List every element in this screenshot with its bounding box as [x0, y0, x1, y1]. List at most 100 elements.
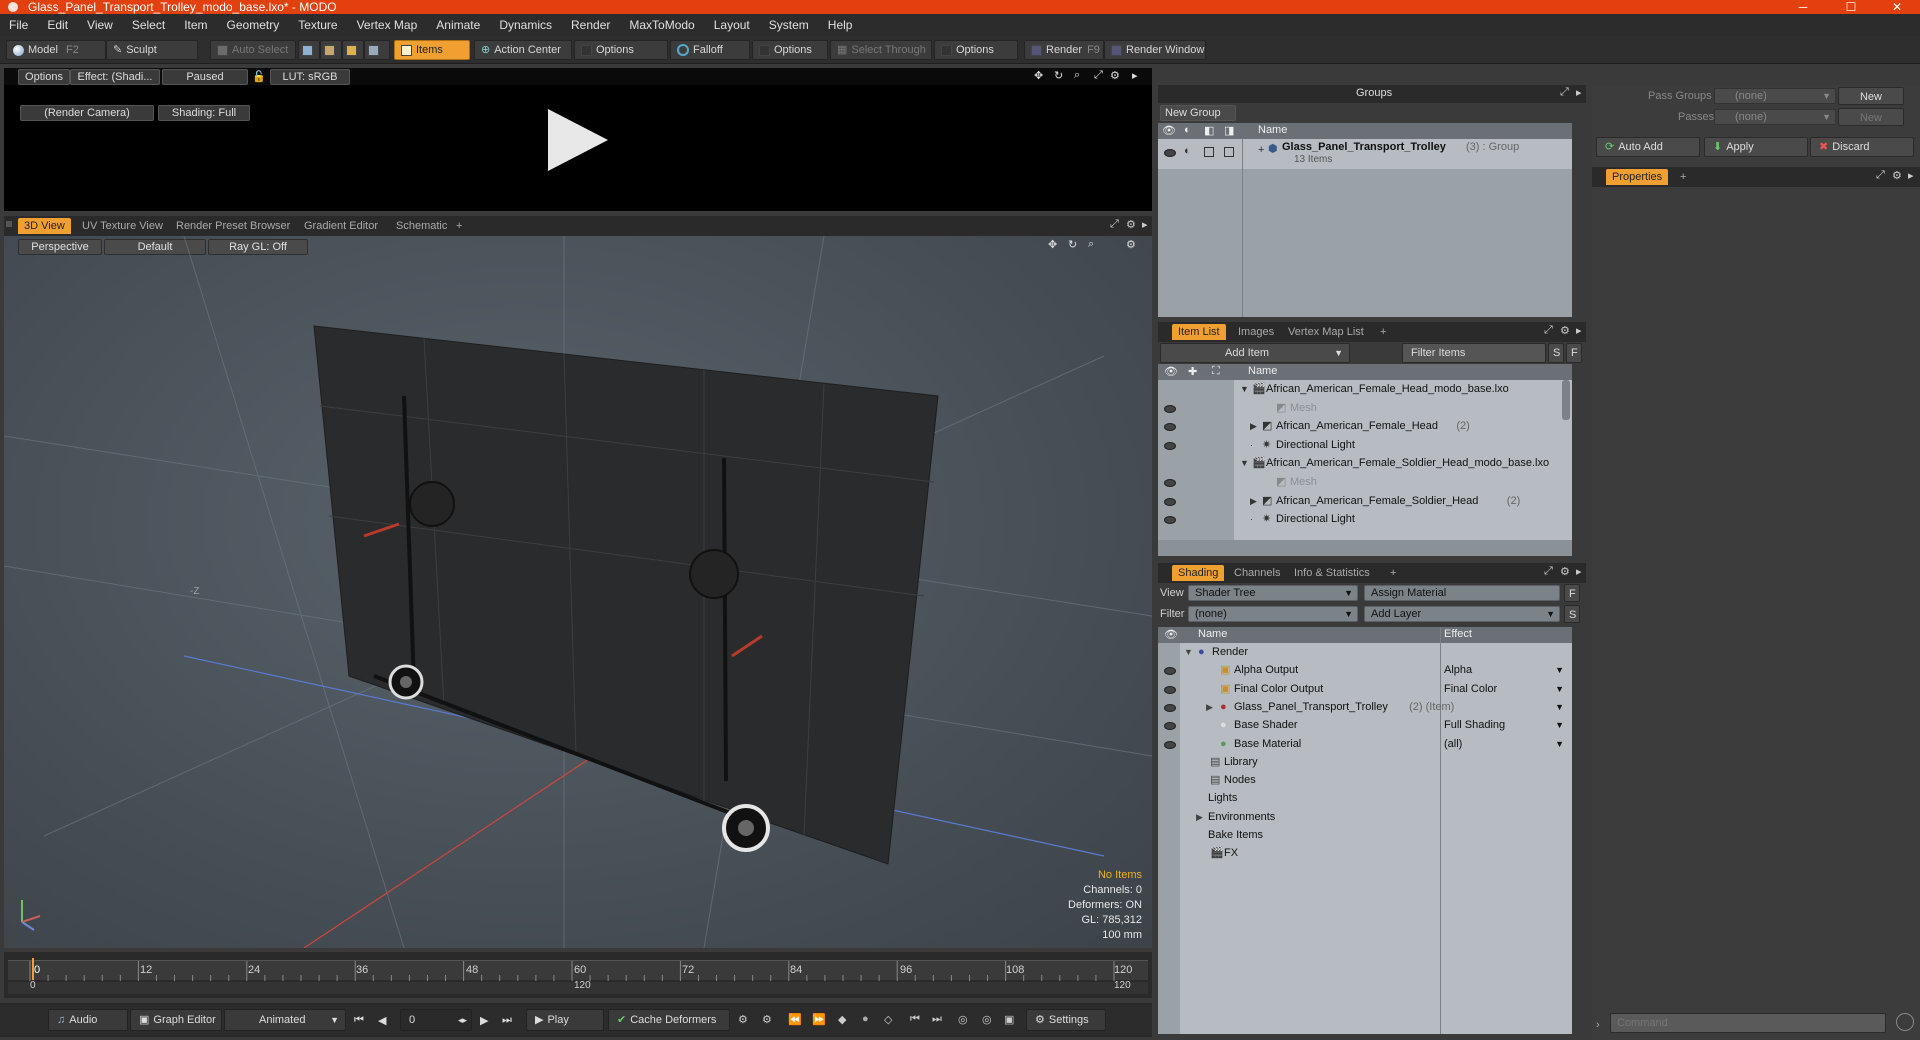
animated-dropdown[interactable]: Animated ▼: [224, 1009, 346, 1031]
col-render-icon[interactable]: ◐: [1184, 124, 1191, 136]
groups-maximize-icon[interactable]: ⤢: [1560, 86, 1569, 99]
visibility-eye-icon[interactable]: [1164, 149, 1176, 157]
record-icon[interactable]: ●: [862, 1013, 869, 1025]
audio-button[interactable]: ♫ Audio: [48, 1009, 128, 1031]
range-bar[interactable]: 0 120 120: [8, 980, 1148, 994]
preview-maximize-icon[interactable]: ⤢: [1094, 69, 1103, 82]
itemlist-arrow-icon[interactable]: ▸: [1576, 324, 1582, 337]
visibility-eye-icon[interactable]: [1164, 404, 1176, 413]
tab-add[interactable]: +: [450, 218, 468, 234]
shader-row[interactable]: ▶ ● Glass_Panel_Transport_Trolley (2) (Item…: [1158, 698, 1572, 716]
menu-geometry[interactable]: Geometry: [218, 14, 290, 36]
menu-help[interactable]: Help: [819, 14, 863, 36]
key-right-icon[interactable]: ⏭: [932, 1013, 942, 1026]
visibility-eye-icon[interactable]: [1164, 441, 1176, 450]
auto-add-button[interactable]: ⟳ Auto Add: [1596, 137, 1700, 157]
menu-vertex-map[interactable]: Vertex Map: [348, 14, 428, 36]
collapse-arrow-icon[interactable]: ▼: [1240, 454, 1249, 472]
pass-groups-dropdown[interactable]: (none) ▼: [1714, 88, 1836, 104]
preview-zoom-icon[interactable]: ⌕: [1074, 69, 1080, 82]
play-button[interactable]: ▶ Play: [526, 1009, 604, 1031]
tab-vertex-map-list[interactable]: Vertex Map List: [1282, 324, 1370, 340]
list-item[interactable]: ◩ Mesh: [1158, 473, 1562, 491]
list-item[interactable]: · ✷ Directional Light: [1158, 510, 1562, 528]
shader-row[interactable]: ▣ Final Color Output Final Color ▼: [1158, 680, 1572, 698]
go-start-icon[interactable]: ⏮: [354, 1014, 364, 1027]
effect-dropdown[interactable]: (all) ▼: [1444, 735, 1568, 753]
command-history-icon[interactable]: [1896, 1013, 1914, 1031]
lock-icon[interactable]: 🔓: [252, 70, 266, 83]
shader-tree[interactable]: 👁 Name Effect ▼ ● Render ▣ Alpha Output Alpha…: [1158, 627, 1572, 1034]
tab-properties-add[interactable]: +: [1674, 169, 1692, 185]
shader-row[interactable]: ▣ Alpha Output Alpha ▼: [1158, 661, 1572, 679]
tab-gradient-editor[interactable]: Gradient Editor: [298, 218, 384, 234]
shader-row[interactable]: Lights: [1158, 789, 1572, 807]
assign-material-input[interactable]: Assign Material: [1364, 585, 1560, 601]
shader-row[interactable]: 🎬 FX: [1158, 844, 1572, 862]
list-item[interactable]: ▶ ◩ African_American_Female_Soldier_Head (2…: [1158, 492, 1562, 510]
effect-dropdown[interactable]: Final Color ▼: [1444, 680, 1568, 698]
menu-view[interactable]: View: [78, 14, 123, 36]
visibility-eye-icon[interactable]: [1164, 479, 1176, 487]
list-item[interactable]: ▼ 🎬 African_American_Female_Soldier_Head_m…: [1158, 454, 1562, 472]
col-visibility-icon[interactable]: 👁: [1164, 365, 1178, 378]
graph-editor-button[interactable]: ▣ Graph Editor: [130, 1009, 222, 1031]
groups-row[interactable]: ◐ + ⬢ Glass_Panel_Transport_Trolley (3) …: [1158, 139, 1572, 169]
view-dropdown[interactable]: Shader Tree ▼: [1188, 585, 1358, 601]
tab-properties[interactable]: Properties: [1606, 169, 1669, 185]
command-input[interactable]: [1610, 1013, 1886, 1033]
collapse-arrow-icon[interactable]: ▼: [1240, 380, 1249, 398]
key-left-icon[interactable]: ⏮: [910, 1013, 920, 1026]
shading-maximize-icon[interactable]: ⤢: [1544, 565, 1553, 578]
shader-row[interactable]: ▼ ● Render: [1158, 643, 1572, 661]
viewport-arrow-icon[interactable]: ▸: [1142, 218, 1148, 231]
preview-menu-arrow-icon[interactable]: ▸: [1132, 69, 1138, 82]
col-mesh-icon[interactable]: ⛶: [1212, 365, 1220, 378]
shader-row[interactable]: ▤ Nodes: [1158, 771, 1572, 789]
viewport-maximize-icon[interactable]: ⤢: [1110, 218, 1119, 231]
go-end-icon[interactable]: ⏭: [502, 1014, 512, 1027]
play-icon[interactable]: [542, 105, 612, 175]
properties-maximize-icon[interactable]: ⤢: [1876, 169, 1885, 182]
apply-button[interactable]: ⬇ Apply: [1704, 137, 1808, 157]
add-item-dropdown[interactable]: Add Item ▼: [1160, 343, 1350, 363]
key-set-icon[interactable]: ◆: [838, 1013, 846, 1026]
menu-item[interactable]: Item: [175, 14, 217, 36]
model-mode-button[interactable]: Model F2: [6, 40, 106, 60]
menu-maxtomodo[interactable]: MaxToModo: [620, 14, 704, 36]
properties-gear-icon[interactable]: ⚙: [1892, 169, 1902, 182]
effect-dropdown[interactable]: Alpha ▼: [1444, 661, 1568, 679]
timeline-ruler[interactable]: 0 12 24 36 48 60 72 84 96 108 120: [8, 960, 1148, 981]
effect-dropdown[interactable]: Full Shading ▼: [1444, 716, 1568, 734]
preview-effect-dropdown[interactable]: Effect: (Shadi...: [70, 69, 160, 85]
itemlist-tree[interactable]: 👁 ✚ ⛶ Name ▼ 🎬 African_American_Female_Hea…: [1158, 364, 1572, 540]
action-center-options-button[interactable]: Options: [574, 40, 668, 60]
shading-gear-icon[interactable]: ⚙: [1560, 565, 1570, 578]
frame-input[interactable]: 0 ◂▸: [400, 1009, 472, 1031]
itemlist-f-button[interactable]: F: [1566, 343, 1582, 363]
cache-deformers-button[interactable]: ✔ Cache Deformers: [608, 1009, 730, 1031]
menu-layout[interactable]: Layout: [705, 14, 760, 36]
preview-camera-dropdown[interactable]: (Render Camera): [20, 105, 154, 121]
shader-row[interactable]: ● Base Shader Full Shading ▼: [1158, 716, 1572, 734]
next-frame-icon[interactable]: ▶: [480, 1014, 488, 1027]
preview-refresh-icon[interactable]: ↻: [1054, 69, 1063, 82]
render-button[interactable]: Render F9: [1024, 40, 1104, 60]
expand-arrow-icon[interactable]: ·: [1250, 436, 1253, 454]
select-toggle-icon[interactable]: [1224, 147, 1234, 157]
filter-dropdown[interactable]: (none) ▼: [1188, 606, 1358, 622]
key-channel-icon-3[interactable]: ▣: [1004, 1013, 1014, 1026]
passes-dropdown[interactable]: (none) ▼: [1714, 109, 1836, 125]
preview-shading-dropdown[interactable]: Shading: Full: [158, 105, 250, 121]
visibility-eye-icon[interactable]: [1164, 685, 1176, 694]
new-pass-button[interactable]: New: [1838, 108, 1904, 126]
expand-arrow-icon[interactable]: ▶: [1250, 417, 1257, 435]
itemlist-scrollbar[interactable]: [1562, 380, 1570, 420]
col-select-icon[interactable]: ◨: [1224, 124, 1234, 137]
action-center-button[interactable]: ⊕ Action Center: [474, 40, 572, 60]
itemlist-maximize-icon[interactable]: ⤢: [1544, 324, 1553, 337]
viewport-gear-icon[interactable]: ⚙: [1126, 218, 1136, 231]
discard-button[interactable]: ✖ Discard: [1810, 137, 1914, 157]
3d-viewport[interactable]: Perspective Default Ray GL: Off ✥ ↻ ⌕ ⚙: [4, 236, 1152, 948]
visibility-eye-icon[interactable]: [1164, 497, 1176, 506]
